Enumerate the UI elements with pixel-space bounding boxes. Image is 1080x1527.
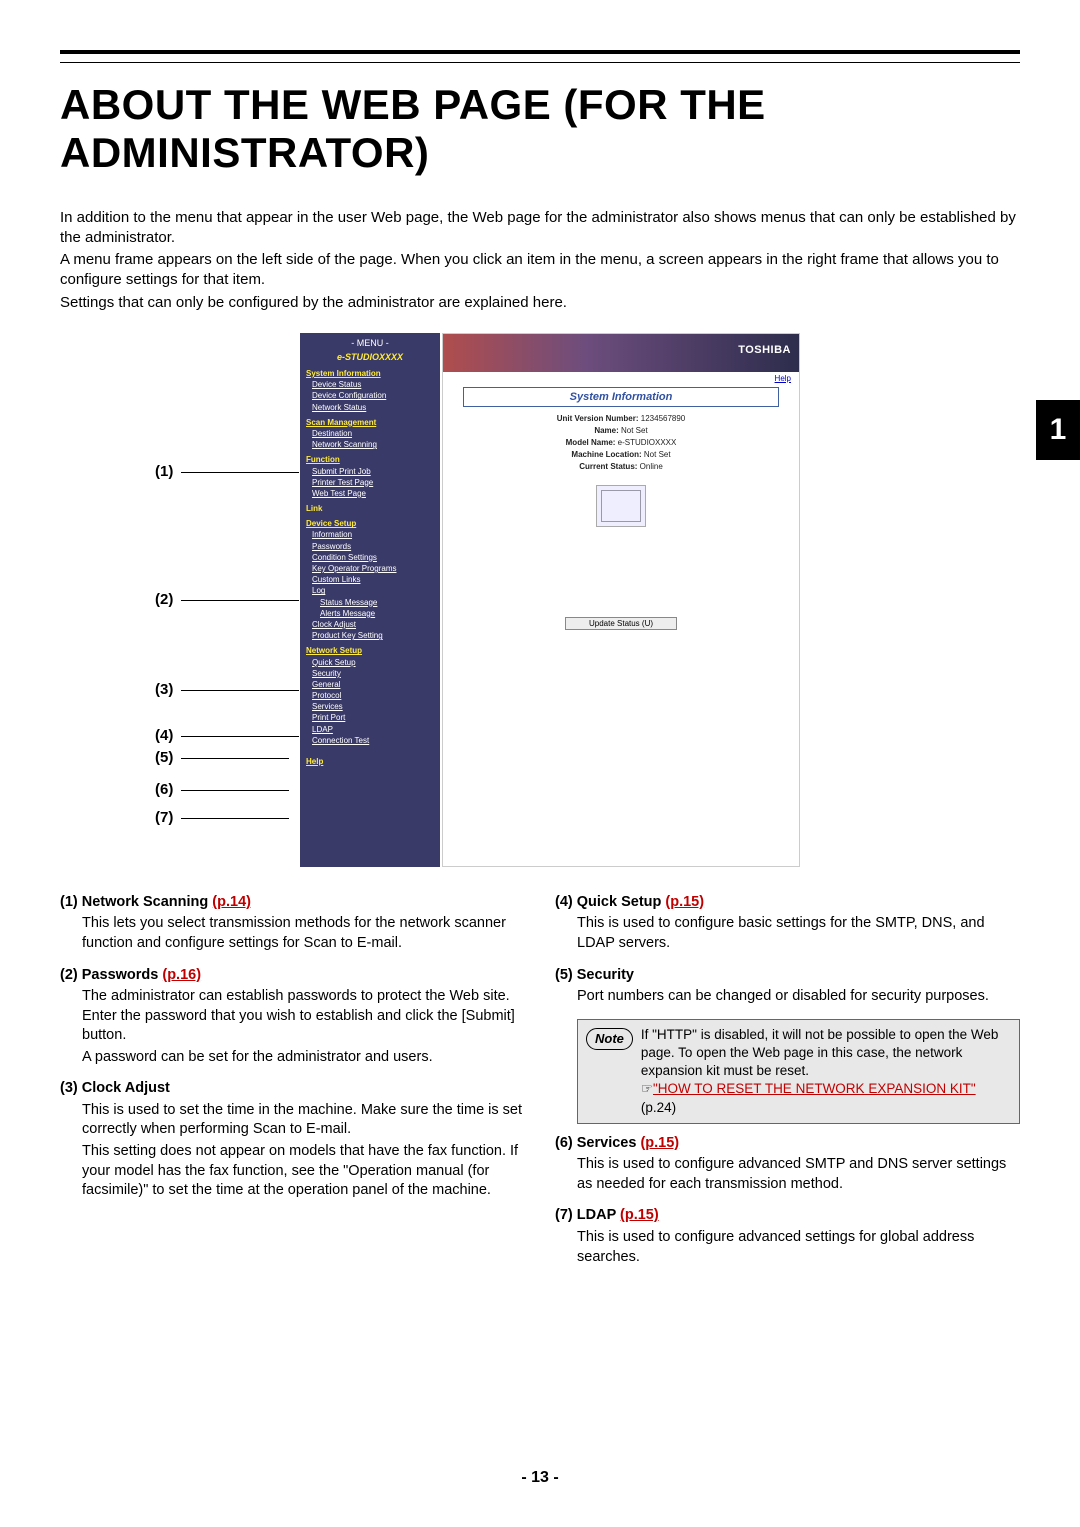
menu-item[interactable]: General [306,679,434,690]
menu-item[interactable]: Key Operator Programs [306,563,434,574]
menu-item[interactable]: Connection Test [306,735,434,746]
menu-item[interactable]: LDAP [306,724,434,735]
callout-3: (3) [155,681,173,698]
entry-clock-adjust: (3) Clock Adjust This is used to set the… [60,1079,525,1200]
help-link[interactable]: Help [775,374,791,383]
description-columns: (1) Network Scanning (p.14) This lets yo… [60,893,1020,1279]
menu-section[interactable]: Network Setup [306,645,434,656]
menu-item[interactable]: Information [306,529,434,540]
menu-item[interactable]: Log [306,585,434,596]
callout-5: (5) [155,749,173,766]
intro-line: In addition to the menu that appear in t… [60,208,1020,249]
system-info-title: System Information [463,387,779,407]
page-ref-link[interactable]: (p.16) [162,967,201,983]
update-status-button[interactable]: Update Status (U) [565,617,677,630]
menu-section: Scan Management [306,417,434,428]
callout-6: (6) [155,781,173,798]
entry-services: (6) Services (p.15) This is used to conf… [555,1134,1020,1195]
device-name: e-STUDIOXXXX [306,351,434,364]
callout-4: (4) [155,727,173,744]
page-title: ABOUT THE WEB PAGE (FOR THE ADMINISTRATO… [60,81,1020,178]
banner: TOSHIBA [443,334,799,372]
page-ref-link[interactable]: (p.15) [640,1135,679,1151]
menu-subitem[interactable]: Alerts Message [306,608,434,619]
left-column: (1) Network Scanning (p.14) This lets yo… [60,893,525,1279]
note-label: Note [586,1028,633,1050]
entry-quick-setup: (4) Quick Setup (p.15) This is used to c… [555,893,1020,954]
menu-item[interactable]: Device Status [306,379,434,390]
page-ref-link[interactable]: (p.15) [665,894,704,910]
menu-item[interactable]: Condition Settings [306,552,434,563]
intro-line: A menu frame appears on the left side of… [60,250,1020,291]
chapter-tab: 1 [1036,400,1080,460]
menu-item[interactable]: Services [306,701,434,712]
top-rule-thick [60,50,1020,54]
menu-item[interactable]: Network Scanning [306,439,434,450]
menu-item[interactable]: Device Configuration [306,390,434,401]
note-box: Note If "HTTP" is disabled, it will not … [577,1019,1020,1124]
menu-item[interactable]: Print Port [306,712,434,723]
brand-logo: TOSHIBA [738,344,791,356]
entry-ldap: (7) LDAP (p.15) This is used to configur… [555,1206,1020,1267]
page-ref-link[interactable]: (p.14) [212,894,251,910]
menu-item[interactable]: Network Status [306,402,434,413]
menu-section: Link [306,503,434,514]
note-text: If "HTTP" is disabled, it will not be po… [641,1020,1019,1123]
menu-item[interactable]: Protocol [306,690,434,701]
device-thumb-icon [596,485,646,527]
callout-1: (1) [155,463,173,480]
callout-2: (2) [155,591,173,608]
menu-item[interactable]: Security [306,668,434,679]
entry-network-scanning: (1) Network Scanning (p.14) This lets yo… [60,893,525,954]
menu-section[interactable]: System Information [306,368,434,379]
menu-subitem[interactable]: Status Message [306,597,434,608]
menu-section[interactable]: Device Setup [306,518,434,529]
menu-item[interactable]: Quick Setup [306,657,434,668]
top-rule-thin [60,62,1020,63]
menu-item[interactable]: Custom Links [306,574,434,585]
menu-heading: - MENU - [306,337,434,350]
menu-section[interactable]: Help [306,756,434,767]
system-info-block: Unit Version Number: 1234567890 Name: No… [443,413,799,473]
menu-section: Function [306,454,434,465]
right-column: (4) Quick Setup (p.15) This is used to c… [555,893,1020,1279]
menu-item[interactable]: Web Test Page [306,488,434,499]
page-ref-link[interactable]: (p.15) [620,1207,659,1223]
entry-passwords: (2) Passwords (p.16) The administrator c… [60,966,525,1068]
menu-item[interactable]: Product Key Setting [306,630,434,641]
screenshot-figure: (1) (2) (3) (4) (5) (6) (7) - MENU - e-S… [60,333,1020,873]
intro-block: In addition to the menu that appear in t… [60,208,1020,313]
intro-line: Settings that can only be configured by … [60,293,1020,313]
note-reset-link[interactable]: "HOW TO RESET THE NETWORK EXPANSION KIT" [653,1081,976,1096]
page-number: - 13 - [0,1469,1080,1487]
menu-item[interactable]: Clock Adjust [306,619,434,630]
menu-panel: - MENU - e-STUDIOXXXX System Information… [300,333,440,867]
callout-7: (7) [155,809,173,826]
menu-item[interactable]: Submit Print Job [306,466,434,477]
content-panel: TOSHIBA Help System Information Unit Ver… [442,333,800,867]
entry-security: (5) Security Port numbers can be changed… [555,966,1020,1007]
menu-item[interactable]: Passwords [306,541,434,552]
menu-item[interactable]: Printer Test Page [306,477,434,488]
menu-item[interactable]: Destination [306,428,434,439]
